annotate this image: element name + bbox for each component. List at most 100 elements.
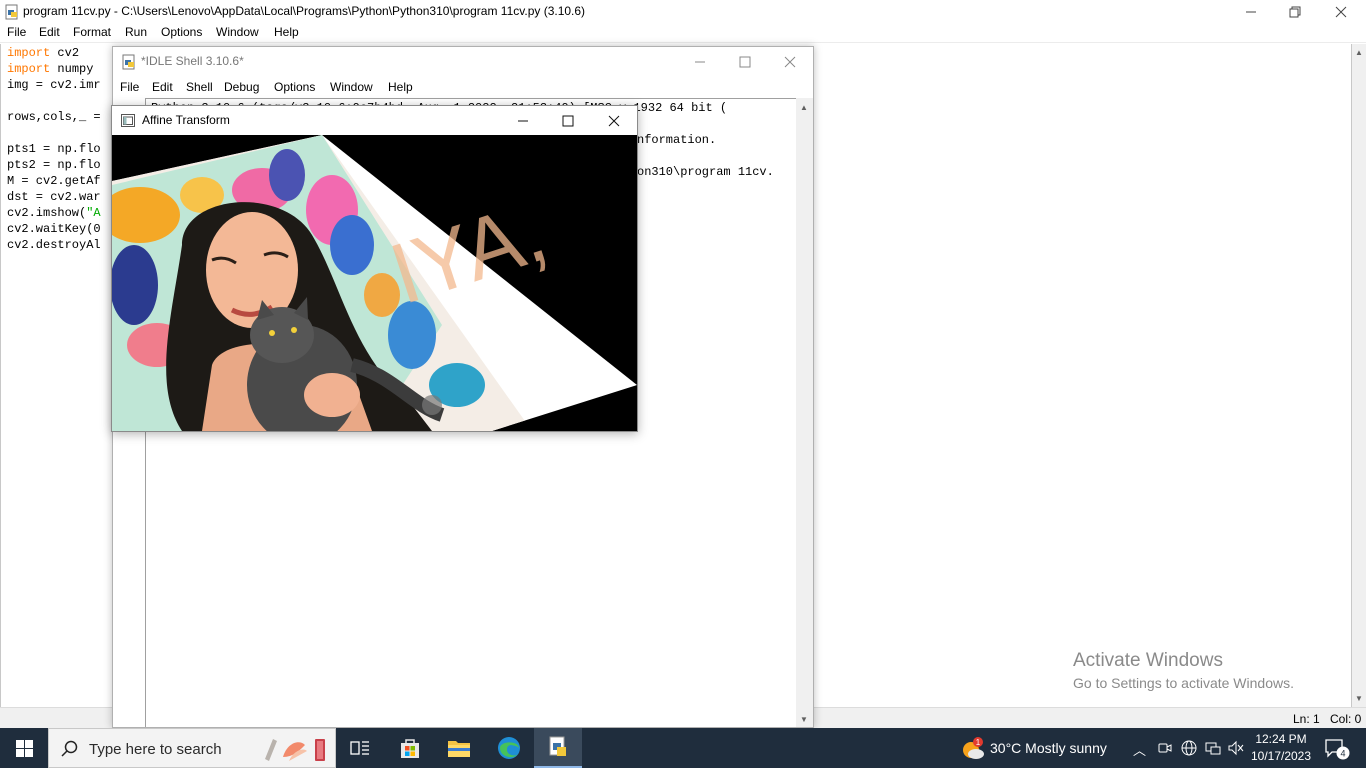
- opencv-window-icon: [121, 114, 135, 127]
- tray-expand-icon[interactable]: ︿: [1133, 740, 1146, 759]
- search-highlight-icon: [265, 739, 325, 761]
- scroll-down-icon[interactable]: ▼: [1355, 694, 1363, 703]
- maximize-icon: [739, 56, 751, 67]
- taskbar: Type here to search 1 30°C Mostly sunny …: [0, 728, 1366, 768]
- transformed-image: IYA,: [112, 135, 637, 431]
- affine-close-button[interactable]: [591, 106, 637, 135]
- code-line: rows,cols,_ =: [7, 110, 101, 124]
- shell-title-bar[interactable]: *IDLE Shell 3.10.6*: [113, 47, 813, 76]
- shell-menu-help[interactable]: Help: [388, 80, 413, 94]
- shell-vertical-scrollbar[interactable]: ▲ ▼: [796, 98, 813, 727]
- keyword: import: [7, 62, 51, 76]
- code-text: cv2.imshow(: [7, 206, 87, 220]
- menu-help[interactable]: Help: [274, 25, 299, 39]
- volume-muted-icon[interactable]: [1228, 740, 1244, 756]
- shell-menu-window[interactable]: Window: [330, 80, 373, 94]
- taskbar-search-box[interactable]: Type here to search: [48, 728, 336, 768]
- menu-options[interactable]: Options: [161, 25, 202, 39]
- code-line: import cv2: [7, 46, 79, 60]
- code-line: cv2.destroyAl: [7, 238, 101, 252]
- code-line: M = cv2.getAf: [7, 174, 101, 188]
- editor-menu-bar: File Edit Format Run Options Window Help: [0, 24, 1366, 43]
- python-idle-icon: [122, 54, 135, 70]
- language-globe-icon[interactable]: [1181, 740, 1197, 756]
- menu-window[interactable]: Window: [216, 25, 259, 39]
- affine-title-bar[interactable]: Affine Transform: [112, 106, 637, 135]
- affine-maximize-button[interactable]: [545, 106, 591, 135]
- minimize-icon: [1246, 11, 1256, 13]
- activate-windows-title: Activate Windows: [1073, 650, 1223, 671]
- windows-logo-icon: [15, 739, 33, 757]
- editor-vertical-scrollbar[interactable]: ▲ ▼: [1352, 44, 1366, 707]
- keyword: import: [7, 46, 51, 60]
- menu-edit[interactable]: Edit: [39, 25, 60, 39]
- close-icon: [784, 56, 796, 67]
- search-icon: [61, 740, 78, 757]
- menu-format[interactable]: Format: [73, 25, 111, 39]
- close-button[interactable]: [1318, 0, 1364, 24]
- code-line: import numpy: [7, 62, 93, 76]
- affine-minimize-button[interactable]: [500, 106, 546, 135]
- notification-icon: 4: [1325, 739, 1350, 760]
- code-line: dst = cv2.war: [7, 190, 101, 204]
- search-placeholder: Type here to search: [89, 741, 222, 758]
- code-line: pts2 = np.flo: [7, 158, 101, 172]
- minimize-button[interactable]: [1228, 0, 1274, 24]
- shell-maximize-button[interactable]: [722, 47, 768, 76]
- python-idle-taskbar-icon: [549, 736, 566, 756]
- task-view-icon: [350, 741, 369, 755]
- taskbar-file-explorer[interactable]: [435, 728, 483, 768]
- system-clock[interactable]: 12:24 PM 10/17/2023: [1248, 731, 1314, 765]
- shell-menu-options[interactable]: Options: [274, 80, 315, 94]
- network-icon[interactable]: [1205, 740, 1221, 756]
- maximize-icon: [562, 115, 574, 126]
- string-literal: "A: [86, 206, 101, 220]
- scroll-up-icon[interactable]: ▲: [800, 103, 808, 112]
- editor-title-bar[interactable]: program 11cv.py - C:\Users\Lenovo\AppDat…: [0, 0, 1366, 24]
- status-col: Col: 0: [1330, 712, 1362, 726]
- shell-minimize-button[interactable]: [677, 47, 723, 76]
- shell-menu-edit[interactable]: Edit: [152, 80, 173, 94]
- scroll-down-icon[interactable]: ▼: [800, 715, 808, 724]
- shell-window-title: *IDLE Shell 3.10.6*: [141, 54, 244, 68]
- shell-output-line: on310\program 11cv.: [637, 165, 774, 179]
- notification-center-button[interactable]: 4: [1320, 736, 1354, 762]
- taskbar-edge[interactable]: [485, 728, 533, 768]
- shell-menu-shell[interactable]: Shell: [186, 80, 213, 94]
- scroll-up-icon[interactable]: ▲: [1355, 48, 1363, 57]
- close-icon: [1335, 6, 1347, 18]
- menu-file[interactable]: File: [7, 25, 26, 39]
- meet-now-icon[interactable]: [1157, 740, 1173, 756]
- weather-sun-icon: 1: [963, 737, 984, 759]
- microsoft-store-icon: [401, 739, 419, 758]
- restore-button[interactable]: [1272, 0, 1318, 24]
- shell-menu-file[interactable]: File: [120, 80, 139, 94]
- code-text: cv2: [50, 46, 80, 60]
- code-line: cv2.waitKey(0: [7, 222, 101, 236]
- taskbar-python-idle[interactable]: [534, 728, 582, 768]
- close-icon: [608, 115, 620, 126]
- shell-menu-debug[interactable]: Debug: [224, 80, 259, 94]
- clock-time: 12:24 PM: [1255, 732, 1307, 746]
- menu-run[interactable]: Run: [125, 25, 147, 39]
- activate-windows-subtitle: Go to Settings to activate Windows.: [1073, 675, 1294, 691]
- python-file-icon: [5, 4, 18, 20]
- code-text: numpy: [50, 62, 94, 76]
- clock-date: 10/17/2023: [1250, 749, 1312, 763]
- start-button[interactable]: [0, 728, 48, 768]
- code-line: img = cv2.imr: [7, 78, 101, 92]
- shell-close-button[interactable]: [767, 47, 813, 76]
- shell-menu-bar: File Edit Shell Debug Options Window Hel…: [113, 76, 813, 98]
- activate-windows-watermark: Activate Windows Go to Settings to activ…: [1073, 650, 1294, 691]
- notification-count: 4: [1340, 749, 1345, 759]
- taskbar-store[interactable]: [386, 728, 434, 768]
- affine-transform-window: Affine Transform IYA,: [111, 105, 638, 432]
- folder-icon: [448, 741, 470, 757]
- shell-output-line: nformation.: [637, 133, 717, 147]
- task-view-button[interactable]: [336, 728, 384, 768]
- code-line: cv2.imshow("A: [7, 206, 101, 220]
- status-line: Ln: 1: [1293, 712, 1320, 726]
- code-line: pts1 = np.flo: [7, 142, 101, 156]
- transformed-illustration: IYA,: [112, 135, 637, 431]
- weather-widget[interactable]: 30°C Mostly sunny: [990, 740, 1107, 756]
